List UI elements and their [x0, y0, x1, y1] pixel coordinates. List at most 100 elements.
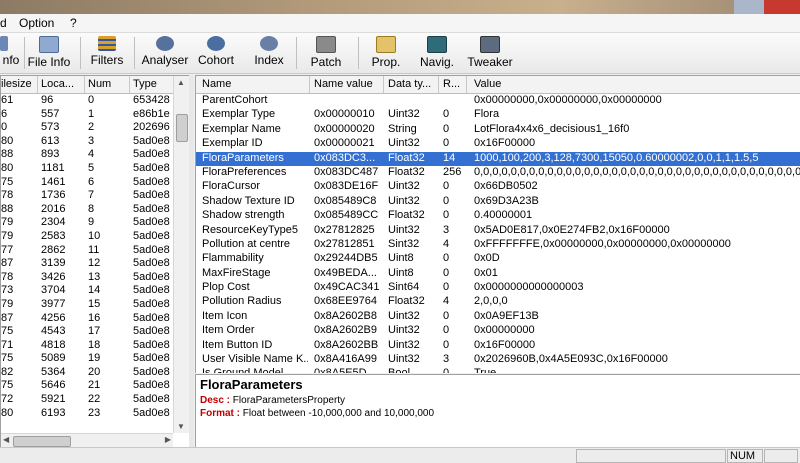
column-name[interactable]: Name — [202, 78, 302, 90]
property-cell: True — [474, 367, 800, 373]
table-row[interactable]: 77 2862 11 5ad0e8 — [1, 244, 173, 258]
property-row[interactable]: Shadow Texture ID 0x085489C8 Uint32 0 0x69D3… — [196, 195, 800, 209]
property-row[interactable]: Is Ground Model 0x8A5E5D... Bool 0 True — [196, 367, 800, 373]
column-value[interactable]: Value — [474, 78, 574, 90]
selected-property-row[interactable]: FloraParameters 0x083DC3... Float32 14 1000,… — [196, 151, 800, 166]
property-cell: 0x68EE9764 — [314, 295, 377, 308]
property-row[interactable]: ParentCohort 0x00000000,0x00000000,0x0000… — [196, 94, 800, 108]
scroll-left-icon[interactable]: ◀ — [3, 435, 9, 444]
scroll-right-icon[interactable]: ▶ — [165, 435, 171, 444]
column-name-value[interactable]: Name value — [314, 78, 384, 90]
table-row[interactable]: 78 3426 13 5ad0e8 — [1, 271, 173, 285]
property-cell: 0x29244DB5 — [314, 252, 378, 265]
table-row[interactable]: 80 6193 23 5ad0e8 — [1, 407, 173, 421]
table-row[interactable]: 79 2583 10 5ad0e8 — [1, 230, 173, 244]
patch-button[interactable]: Patch — [306, 35, 346, 71]
table-row[interactable]: 87 4256 16 5ad0e8 — [1, 312, 173, 326]
table-row[interactable]: 80 1181 5 5ad0e8 — [1, 162, 173, 176]
analyser-button[interactable]: Analyser — [140, 35, 190, 71]
info-button[interactable]: nfo — [0, 35, 22, 71]
menu-file[interactable]: d — [0, 16, 7, 30]
property-row[interactable]: Pollution at centre 0x27812851 Sint32 4 0xFF… — [196, 238, 800, 252]
property-row[interactable]: Plop Cost 0x49CAC341 Sint64 0 0x000000000000… — [196, 281, 800, 295]
properties-list[interactable]: Name Name value Data ty... R... Value Pa… — [195, 75, 800, 373]
property-row[interactable]: MaxFireStage 0x49BEDA... Uint8 0 0x01 — [196, 267, 800, 281]
table-row[interactable]: 75 5089 19 5ad0e8 — [1, 352, 173, 366]
table-row[interactable]: 6 557 1 e86b1e — [1, 108, 173, 122]
property-cell: Item Order — [202, 324, 255, 337]
property-row[interactable]: Item Order 0x8A2602B9 Uint32 0 0x00000000 — [196, 324, 800, 338]
menu-option[interactable]: Option — [19, 16, 54, 30]
properties-button[interactable]: Prop. — [366, 35, 406, 71]
left-horizontal-scrollbar[interactable]: ◀ ▶ — [1, 433, 173, 448]
property-cell: LotFlora4x4x6_decisious1_16f0 — [474, 122, 630, 135]
table-cell: 5 — [88, 161, 95, 174]
table-cell: 5ad0e8 — [133, 148, 170, 161]
maximize-button[interactable] — [734, 0, 764, 14]
property-cell: 0 — [443, 180, 450, 193]
navigator-button[interactable]: Navig. — [416, 35, 458, 71]
column-filesize[interactable]: ilesize — [1, 78, 41, 90]
property-cell: Sint64 — [388, 281, 420, 294]
table-cell: 1736 — [41, 189, 66, 202]
property-description-panel: FloraParameters Desc : FloraParametersPr… — [195, 374, 800, 449]
table-row[interactable]: 88 893 4 5ad0e8 — [1, 148, 173, 162]
table-cell: 2016 — [41, 202, 66, 215]
property-row[interactable]: Flammability 0x29244DB5 Uint8 0 0x0D — [196, 252, 800, 266]
property-row[interactable]: Pollution Radius 0x68EE9764 Float32 4 2,0,0,… — [196, 295, 800, 309]
table-row[interactable]: 80 613 3 5ad0e8 — [1, 135, 173, 149]
index-button[interactable]: Index — [250, 35, 288, 71]
scroll-down-icon[interactable]: ▼ — [177, 422, 185, 431]
table-row[interactable]: 72 5921 22 5ad0e8 — [1, 393, 173, 407]
table-row[interactable]: 75 4543 17 5ad0e8 — [1, 325, 173, 339]
table-row[interactable]: 61 96 0 653428 — [1, 94, 173, 108]
property-cell: 0x0000000000000003 — [474, 281, 584, 294]
table-row[interactable]: 79 3977 15 5ad0e8 — [1, 298, 173, 312]
property-row[interactable]: FloraPreferences 0x083DC487 Float32 256 0,0,… — [196, 166, 800, 180]
menu-help[interactable]: ? — [70, 16, 77, 30]
table-row[interactable]: 79 2304 9 5ad0e8 — [1, 216, 173, 230]
scrollbar-thumb[interactable] — [176, 114, 188, 142]
property-cell: 0x083DE16F — [314, 180, 379, 193]
property-cell: 0x5AD0E817,0x0E274FB2,0x16F00000 — [474, 223, 670, 236]
table-row[interactable]: 87 3139 12 5ad0e8 — [1, 257, 173, 271]
property-row[interactable]: FloraCursor 0x083DE16F Uint32 0 0x66DB0502 — [196, 180, 800, 194]
table-row[interactable]: 0 573 2 202696 — [1, 121, 173, 135]
table-row[interactable]: 75 1461 6 5ad0e8 — [1, 176, 173, 190]
property-row[interactable]: Exemplar ID 0x00000021 Uint32 0 0x16F00000 — [196, 137, 800, 151]
scrollbar-thumb[interactable] — [13, 436, 71, 447]
property-row[interactable]: Exemplar Type 0x00000010 Uint32 0 Flora — [196, 108, 800, 122]
table-cell: 75 — [1, 352, 14, 365]
column-reps[interactable]: R... — [443, 78, 463, 90]
left-vertical-scrollbar[interactable]: ▲ ▼ — [173, 76, 189, 433]
column-type[interactable]: Type — [133, 78, 173, 90]
property-cell: Shadow Texture ID — [202, 194, 295, 207]
file-info-button[interactable]: File Info — [26, 35, 72, 71]
table-cell: 72 — [1, 393, 14, 406]
table-row[interactable]: 75 5646 21 5ad0e8 — [1, 379, 173, 393]
tweaker-button[interactable]: Tweaker — [466, 35, 514, 71]
property-cell: 4 — [443, 237, 450, 250]
column-data-type[interactable]: Data ty... — [388, 78, 438, 90]
navigator-icon — [427, 36, 447, 53]
property-row[interactable]: Item Icon 0x8A2602B8 Uint32 0 0x0A9EF13B — [196, 310, 800, 324]
filters-button[interactable]: Filters — [88, 35, 126, 71]
column-num[interactable]: Num — [88, 78, 128, 90]
property-row[interactable]: User Visible Name K... 0x8A416A99 Uint32 3 0… — [196, 353, 800, 367]
table-row[interactable]: 78 1736 7 5ad0e8 — [1, 189, 173, 203]
table-row[interactable]: 88 2016 8 5ad0e8 — [1, 203, 173, 217]
pane-splitter[interactable] — [189, 75, 194, 447]
table-row[interactable]: 73 3704 14 5ad0e8 — [1, 284, 173, 298]
close-button[interactable] — [764, 0, 800, 14]
property-row[interactable]: Item Button ID 0x8A2602BB Uint32 0 0x16F0000… — [196, 339, 800, 353]
scroll-up-icon[interactable]: ▲ — [177, 78, 185, 87]
file-entries-list[interactable]: ilesize Loca... Num Type 61 96 0 653428 6 557… — [0, 75, 190, 449]
property-row[interactable]: Exemplar Name 0x00000020 String 0 LotFlora4x… — [196, 123, 800, 137]
property-cell: 0x8A2602BB — [314, 338, 379, 351]
table-row[interactable]: 82 5364 20 5ad0e8 — [1, 366, 173, 380]
cohort-button[interactable]: Cohort — [196, 35, 236, 71]
table-row[interactable]: 71 4818 18 5ad0e8 — [1, 339, 173, 353]
property-row[interactable]: Shadow strength 0x085489CC Float32 0 0.40000… — [196, 209, 800, 223]
property-row[interactable]: ResourceKeyType5 0x27812825 Uint32 3 0x5AD0E… — [196, 224, 800, 238]
column-location[interactable]: Loca... — [41, 78, 79, 90]
